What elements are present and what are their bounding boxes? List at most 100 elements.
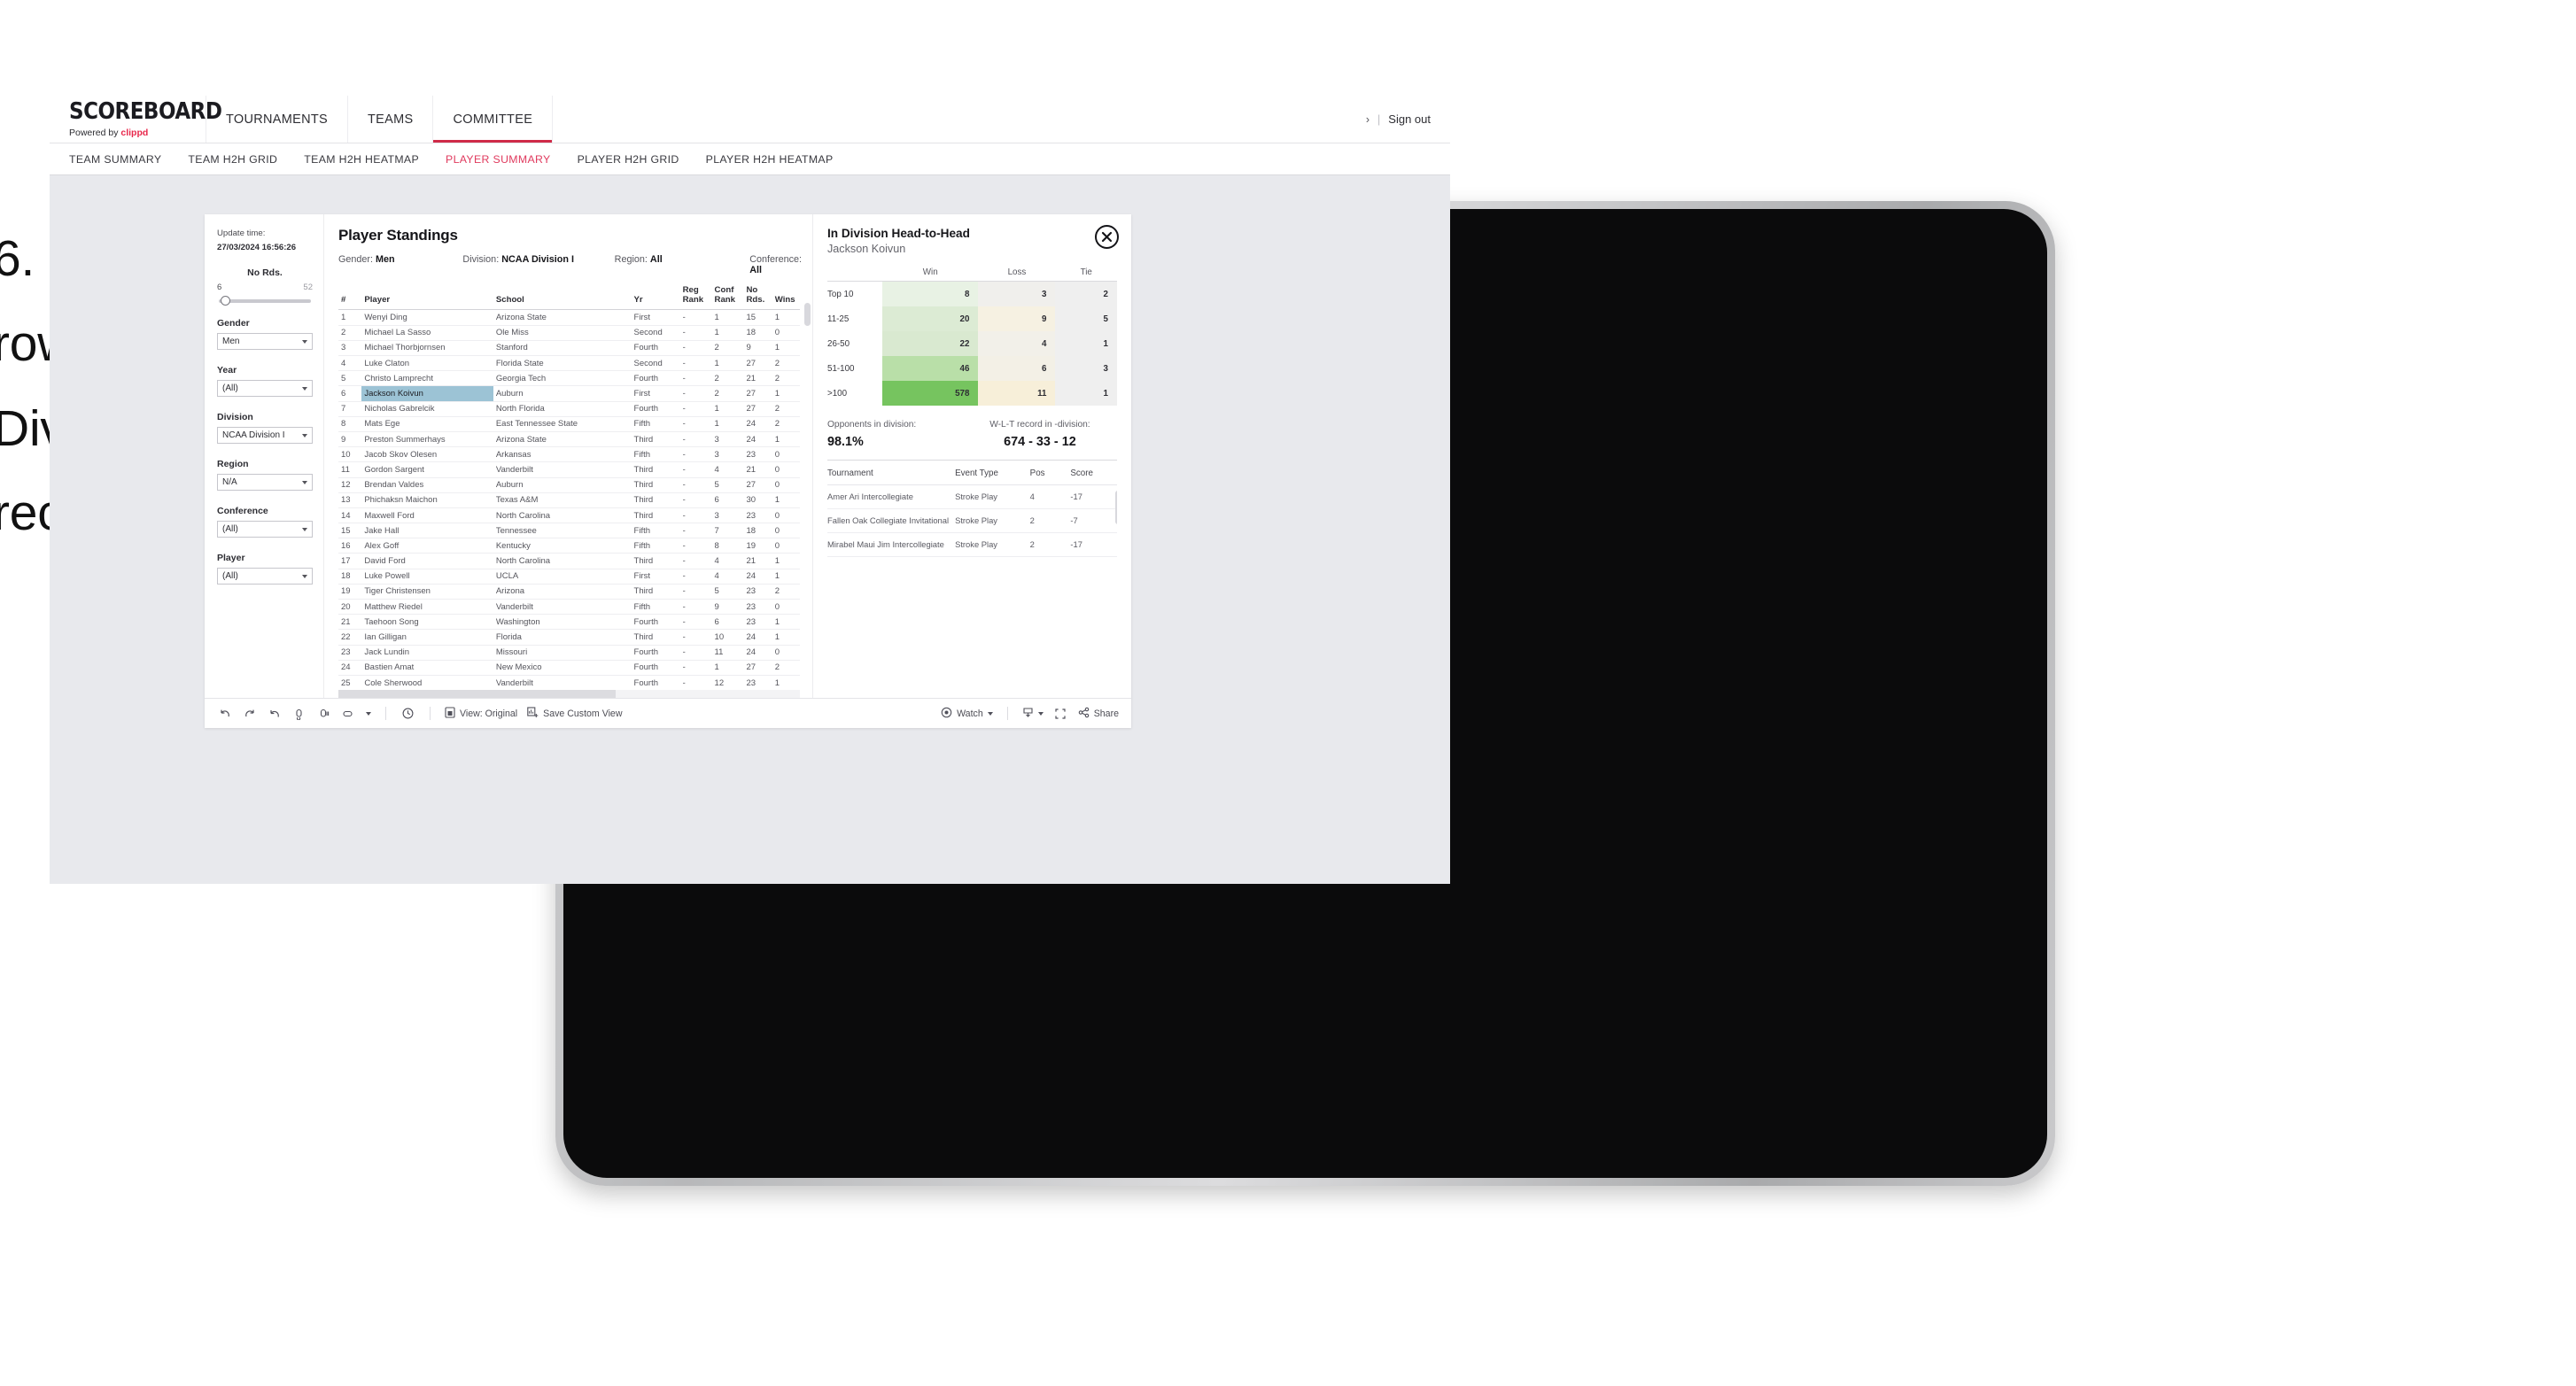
revert-icon[interactable] — [267, 706, 282, 721]
h2h-cell-loss[interactable]: 9 — [978, 306, 1056, 331]
standings-col-nr[interactable]: No Rds. — [743, 285, 772, 311]
h2h-cell-loss[interactable]: 6 — [978, 356, 1056, 381]
h2h-cell-tie[interactable]: 3 — [1055, 356, 1117, 381]
h2h-cell-loss[interactable]: 4 — [978, 331, 1056, 356]
table-row[interactable]: 7 Nicholas Gabrelcik North Florida Fourth -1… — [338, 401, 800, 417]
undo-icon[interactable] — [217, 706, 232, 721]
filter-conference-select[interactable]: (All) — [217, 521, 313, 538]
tournament-col-1[interactable]: Event Type — [955, 462, 1030, 485]
table-row[interactable]: 15 Jake Hall Tennessee Fifth -7 18 0 — [338, 523, 800, 539]
table-row[interactable]: 1 Wenyi Ding Arizona State First -1 15 1 — [338, 309, 800, 326]
table-row[interactable]: 22 Ian Gilligan Florida Third -10 24 1 — [338, 629, 800, 646]
nav-tournaments[interactable]: TOURNAMENTS — [206, 96, 349, 143]
table-row[interactable]: 3 Michael Thorbjornsen Stanford Fourth -2 9 1 — [338, 340, 800, 357]
h2h-cell-tie[interactable]: 1 — [1055, 381, 1117, 406]
table-row[interactable]: 5 Christo Lamprecht Georgia Tech Fourth -2 21… — [338, 370, 800, 387]
tab-team-summary[interactable]: TEAM SUMMARY — [69, 153, 161, 166]
filter-year-select[interactable]: (All) — [217, 380, 313, 397]
view-original-button[interactable]: View: Original — [445, 706, 517, 721]
table-row[interactable]: 19 Tiger Christensen Arizona Third -5 23 2 — [338, 584, 800, 600]
cell-wn: 2 — [772, 660, 800, 676]
sign-out-link[interactable]: Sign out — [1388, 112, 1431, 126]
nav-teams[interactable]: TEAMS — [348, 96, 434, 143]
pause-icon[interactable] — [316, 706, 331, 721]
standings-vertical-scrollbar[interactable] — [804, 303, 811, 326]
tournament-col-3[interactable]: Score — [1070, 462, 1117, 485]
h2h-cell-loss[interactable]: 11 — [978, 381, 1056, 406]
no-rounds-slider[interactable] — [219, 296, 311, 306]
download-button[interactable] — [1022, 707, 1044, 721]
tournament-row[interactable]: Fallen Oak Collegiate Invitational Stroke… — [827, 508, 1117, 534]
table-row[interactable]: 14 Maxwell Ford North Carolina Third -3 23 0 — [338, 507, 800, 524]
h2h-cell-tie[interactable]: 2 — [1055, 281, 1117, 306]
table-row[interactable]: 16 Alex Goff Kentucky Fifth -8 19 0 — [338, 538, 800, 554]
tournament-col-0[interactable]: Tournament — [827, 462, 956, 485]
standings-col-wn[interactable]: Wins — [772, 285, 800, 311]
table-row[interactable]: 11 Gordon Sargent Vanderbilt Third -4 21 0 — [338, 461, 800, 478]
tab-player-h2h-grid[interactable]: PLAYER H2H GRID — [578, 153, 679, 166]
h2h-cell-loss[interactable]: 3 — [978, 281, 1056, 306]
slider-handle[interactable] — [221, 296, 230, 306]
close-icon[interactable] — [1095, 225, 1119, 249]
table-row[interactable]: 4 Luke Claton Florida State Second -1 27 2 — [338, 355, 800, 372]
table-row[interactable]: 23 Jack Lundin Missouri Fourth -11 24 0 — [338, 645, 800, 661]
table-row[interactable]: 13 Phichaksn Maichon Texas A&M Third -6 30 1 — [338, 492, 800, 508]
filter-gender-select[interactable]: Men — [217, 333, 313, 350]
h2h-cell-tie[interactable]: 5 — [1055, 306, 1117, 331]
table-row[interactable]: 6 Jackson Koivun Auburn First -2 27 1 — [338, 385, 800, 402]
clock-icon[interactable] — [400, 706, 415, 721]
chevron-down-icon[interactable] — [366, 711, 371, 716]
tournament-row[interactable]: Amer Ari Intercollegiate Stroke Play 4 -17 — [827, 484, 1117, 510]
refresh-icon[interactable] — [291, 706, 306, 721]
table-row[interactable]: 12 Brendan Valdes Auburn Third -5 27 0 — [338, 477, 800, 493]
filter-division-select[interactable]: NCAA Division I — [217, 427, 313, 444]
standings-col-num[interactable]: # — [338, 285, 362, 311]
standings-col-ply[interactable]: Player — [361, 285, 493, 311]
table-row[interactable]: 9 Preston Summerhays Arizona State Third -3 2… — [338, 431, 800, 448]
table-row[interactable]: 18 Luke Powell UCLA First -4 24 1 — [338, 569, 800, 585]
fullscreen-icon[interactable] — [1053, 706, 1068, 721]
watch-button[interactable]: Watch — [941, 707, 993, 721]
table-row[interactable]: 10 Jacob Skov Olesen Arkansas Fifth -3 23 0 — [338, 446, 800, 463]
highlight-icon[interactable] — [341, 706, 356, 721]
standings-horizontal-scrollbar[interactable] — [338, 690, 800, 698]
h2h-cell-win[interactable]: 22 — [882, 331, 979, 356]
tournament-scrollbar[interactable] — [1115, 491, 1117, 524]
save-custom-view-button[interactable]: Save Custom View — [527, 706, 622, 721]
h2h-cell-win[interactable]: 578 — [882, 381, 979, 406]
tab-team-h2h-grid[interactable]: TEAM H2H GRID — [188, 153, 277, 166]
table-row[interactable]: 21 Taehoon Song Washington Fourth -6 23 1 — [338, 614, 800, 631]
standings-col-cr[interactable]: Conf Rank — [711, 285, 744, 311]
filter-player-select[interactable]: (All) — [217, 568, 313, 585]
tournament-row[interactable]: SEC Match Play hosted by Jerry Pate Roun… — [827, 556, 1117, 564]
cell-wn: 1 — [772, 492, 800, 508]
filter-region-select[interactable]: N/A — [217, 474, 313, 491]
redo-icon[interactable] — [242, 706, 257, 721]
chevron-right-icon[interactable]: › — [1366, 113, 1369, 126]
brand-logo[interactable]: SCOREBOARD Powered by clippd — [50, 96, 222, 143]
cell-nr: 18 — [743, 523, 772, 539]
standings-col-rr[interactable]: Reg Rank — [679, 285, 712, 311]
h2h-cell-win[interactable]: 20 — [882, 306, 979, 331]
standings-col-sch[interactable]: School — [493, 285, 632, 311]
nav-committee[interactable]: COMMITTEE — [433, 96, 554, 143]
cell-sch: East Tennessee State — [493, 416, 632, 432]
table-row[interactable]: 8 Mats Ege East Tennessee State Fifth -1 24 2 — [338, 416, 800, 432]
table-row[interactable]: 25 Cole Sherwood Vanderbilt Fourth -12 23 1 — [338, 675, 800, 692]
tab-team-h2h-heatmap[interactable]: TEAM H2H HEATMAP — [304, 153, 419, 166]
h2h-row: >100 578 11 1 — [827, 381, 1117, 406]
tab-player-summary[interactable]: PLAYER SUMMARY — [446, 153, 551, 166]
tournament-col-2[interactable]: Pos — [1029, 462, 1071, 485]
table-row[interactable]: 20 Matthew Riedel Vanderbilt Fifth -9 23 0 — [338, 599, 800, 616]
h2h-cell-win[interactable]: 8 — [882, 281, 979, 306]
standings-col-yr[interactable]: Yr — [631, 285, 680, 311]
share-button[interactable]: Share — [1078, 707, 1119, 721]
h2h-cell-tie[interactable]: 1 — [1055, 331, 1117, 356]
tournament-row[interactable]: Mirabel Maui Jim Intercollegiate Stroke P… — [827, 532, 1117, 558]
tab-player-h2h-heatmap[interactable]: PLAYER H2H HEATMAP — [706, 153, 834, 166]
table-row[interactable]: 24 Bastien Amat New Mexico Fourth -1 27 2 — [338, 660, 800, 676]
table-row[interactable]: 2 Michael La Sasso Ole Miss Second -1 18 0 — [338, 325, 800, 341]
h2h-cell-win[interactable]: 46 — [882, 356, 979, 381]
table-row[interactable]: 17 David Ford North Carolina Third -4 21 1 — [338, 553, 800, 569]
cell-ply: Taehoon Song — [361, 614, 493, 631]
